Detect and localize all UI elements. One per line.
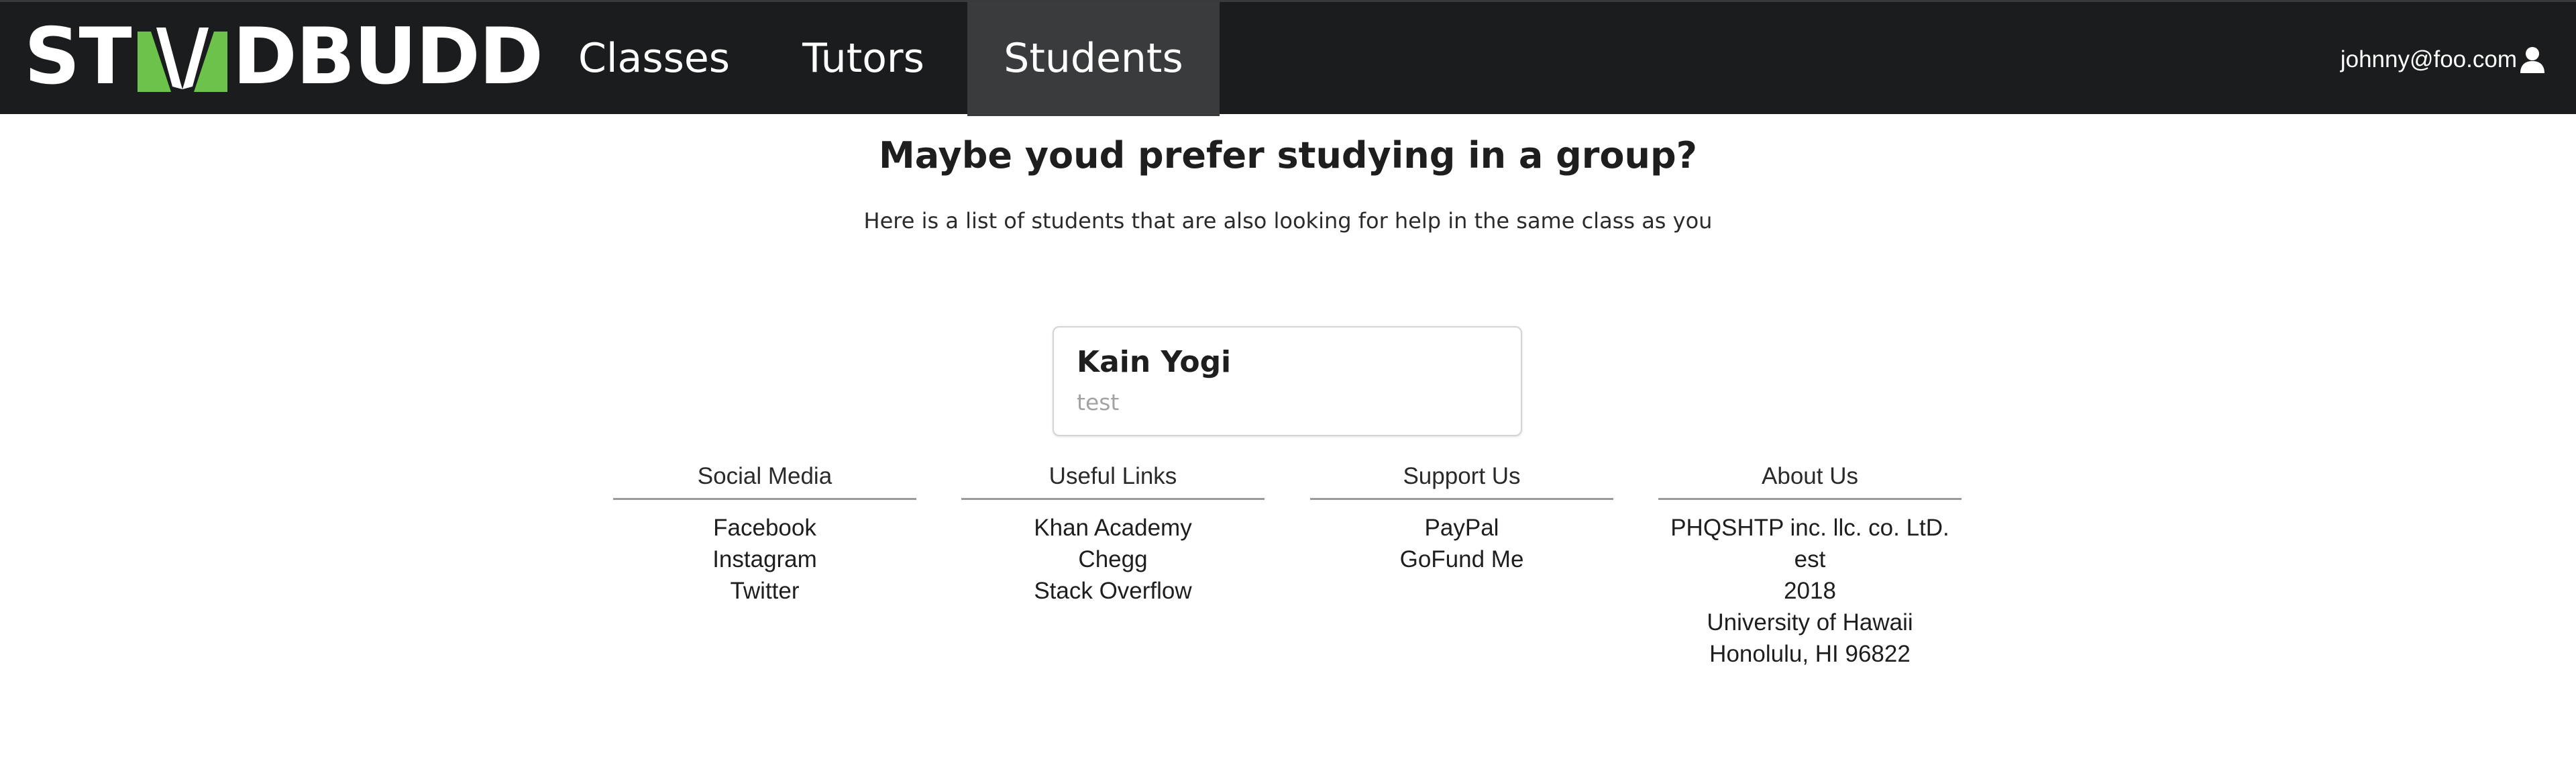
footer-heading: About Us	[1762, 463, 1858, 489]
page-title: Maybe youd prefer studying in a group?	[879, 134, 1697, 176]
open-book-icon	[137, 28, 227, 92]
student-meta: test	[1077, 389, 1120, 415]
footer-link-instagram[interactable]: Instagram	[613, 544, 916, 575]
footer-link-khan-academy[interactable]: Khan Academy	[961, 512, 1265, 544]
logo-text-end: DBUDD	[232, 11, 543, 102]
nav-item-students[interactable]: Students	[967, 2, 1220, 116]
footer-col-social-media: Social Media Facebook Instagram Twitter	[613, 460, 916, 607]
student-card[interactable]: Kain Yogi test	[1053, 326, 1522, 436]
footer-divider	[1310, 498, 1613, 500]
footer-col-support-us: Support Us PayPal GoFund Me	[1310, 460, 1613, 575]
footer-heading: Useful Links	[1049, 463, 1177, 489]
footer-divider	[1658, 498, 1962, 500]
logo-text-start: ST	[24, 11, 132, 102]
footer-link-paypal[interactable]: PayPal	[1310, 512, 1613, 544]
footer-about-address: Honolulu, HI 96822	[1709, 641, 1911, 667]
footer-about-year: 2018	[1784, 578, 1836, 604]
top-navbar: ST DBUDD Classes Tutors Students johnny@…	[0, 0, 2576, 116]
footer-col-useful-links: Useful Links Khan Academy Chegg Stack Ov…	[961, 460, 1265, 607]
footer-link-gofundme[interactable]: GoFund Me	[1310, 544, 1613, 575]
student-name: Kain Yogi	[1077, 345, 1232, 379]
footer-col-about-us: About Us PHQSHTP inc. llc. co. LtD. est …	[1658, 460, 1962, 670]
footer-link-twitter[interactable]: Twitter	[613, 575, 916, 607]
footer-link-chegg[interactable]: Chegg	[961, 544, 1265, 575]
footer-divider	[613, 498, 916, 500]
studbudd-logo[interactable]: ST DBUDD	[24, 11, 543, 102]
footer-about-company: PHQSHTP inc. llc. co. LtD. est	[1670, 515, 1949, 572]
page-subtitle: Here is a list of students that are also…	[863, 208, 1713, 234]
footer-heading: Social Media	[697, 463, 833, 489]
footer-link-facebook[interactable]: Facebook	[613, 512, 916, 544]
footer-heading: Support Us	[1403, 463, 1521, 489]
nav-item-tutors[interactable]: Tutors	[759, 2, 967, 116]
user-menu[interactable]: johnny@foo.com	[2341, 41, 2545, 79]
footer-about-university: University of Hawaii	[1707, 609, 1913, 636]
footer-divider	[961, 498, 1265, 500]
nav-item-classes[interactable]: Classes	[549, 2, 759, 116]
user-email: johnny@foo.com	[2340, 46, 2517, 72]
user-icon	[2520, 47, 2544, 73]
footer-link-stack-overflow[interactable]: Stack Overflow	[961, 575, 1265, 607]
